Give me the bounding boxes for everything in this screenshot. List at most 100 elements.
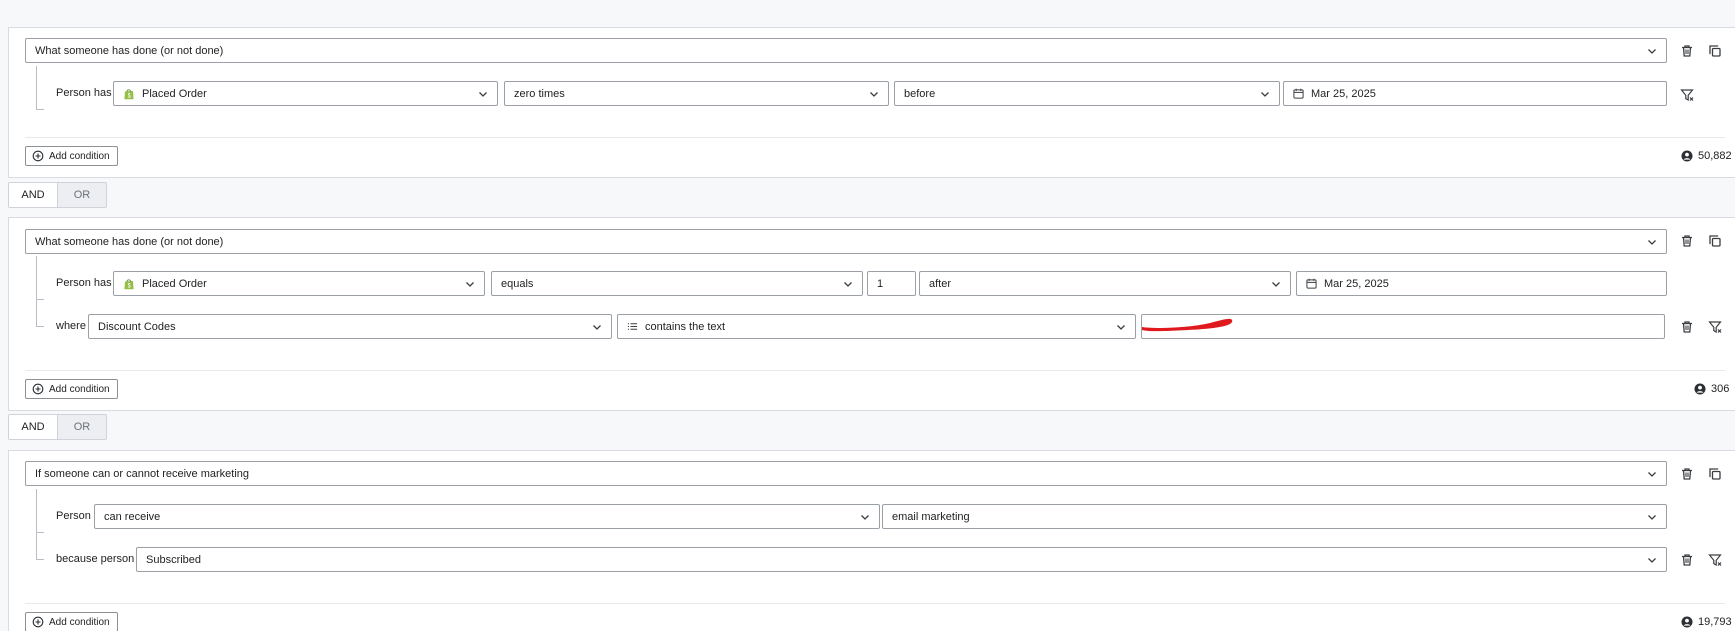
operator-select[interactable]: contains the text <box>617 314 1136 339</box>
property-select-value: Discount Codes <box>98 320 176 333</box>
filter-icon[interactable] <box>1707 319 1723 335</box>
shopify-icon <box>123 278 135 290</box>
frequency-select[interactable]: equals <box>491 271 863 296</box>
and-or-toggle: AND OR <box>8 414 107 440</box>
metric-select-value: Placed Order <box>142 277 207 290</box>
group-count: 19,793 <box>1681 616 1732 628</box>
consent-select[interactable]: can receive <box>94 504 880 529</box>
tree-connector <box>36 256 44 300</box>
reason-select[interactable]: Subscribed <box>136 547 1667 572</box>
reason-select-value: Subscribed <box>146 553 202 566</box>
group-count: 306 <box>1694 383 1729 395</box>
shopify-icon <box>123 88 135 100</box>
divider <box>25 137 1725 138</box>
group-count: 50,882 <box>1681 150 1732 162</box>
frequency-select[interactable]: zero times <box>504 81 889 106</box>
and-button[interactable]: AND <box>9 415 58 439</box>
tree-connector <box>36 489 44 533</box>
person-has-label: Person has <box>56 87 112 99</box>
chevron-down-icon <box>868 88 880 100</box>
redaction-mark <box>1142 318 1233 332</box>
group-count-value: 50,882 <box>1698 150 1732 162</box>
trash-icon[interactable] <box>1679 233 1695 249</box>
plus-circle-icon <box>32 150 44 162</box>
and-button[interactable]: AND <box>9 183 58 207</box>
definition-select-1-value: What someone has done (or not done) <box>35 44 224 57</box>
discount-code-input[interactable] <box>1141 314 1665 339</box>
consent-select-value: can receive <box>104 510 161 523</box>
operator-select-value: contains the text <box>645 320 726 333</box>
tree-connector <box>36 66 44 110</box>
amount-input[interactable]: 1 <box>867 271 916 296</box>
tree-connector <box>36 300 44 327</box>
add-condition-label: Add condition <box>49 150 110 162</box>
definition-select-1[interactable]: What someone has done (or not done) <box>25 38 1667 63</box>
and-or-toggle: AND OR <box>8 182 107 208</box>
channel-select[interactable]: email marketing <box>882 504 1667 529</box>
person-label: Person <box>56 510 91 522</box>
tree-connector <box>36 533 44 560</box>
add-condition-button[interactable]: Add condition <box>25 379 118 399</box>
group-count-value: 306 <box>1711 383 1730 395</box>
definition-select-2-value: What someone has done (or not done) <box>35 235 224 248</box>
chevron-down-icon <box>1259 88 1271 100</box>
trash-icon[interactable] <box>1679 466 1695 482</box>
person-icon <box>1681 616 1693 628</box>
chevron-down-icon <box>842 278 854 290</box>
filter-icon[interactable] <box>1679 87 1695 103</box>
list-icon <box>627 321 638 332</box>
time-operator-select-value: before <box>904 87 936 100</box>
chevron-down-icon <box>1646 511 1658 523</box>
copy-icon[interactable] <box>1707 233 1723 249</box>
or-button[interactable]: OR <box>58 183 106 207</box>
copy-icon[interactable] <box>1707 43 1723 59</box>
add-condition-button[interactable]: Add condition <box>25 146 118 166</box>
frequency-select-value: equals <box>501 277 534 290</box>
chevron-down-icon <box>1646 468 1658 480</box>
time-operator-select[interactable]: after <box>919 271 1291 296</box>
time-operator-select-value: after <box>929 277 952 290</box>
chevron-down-icon <box>1646 236 1658 248</box>
trash-icon[interactable] <box>1679 319 1695 335</box>
metric-select[interactable]: Placed Order <box>113 81 498 106</box>
or-button[interactable]: OR <box>58 415 106 439</box>
where-label: where <box>56 320 86 332</box>
chevron-down-icon <box>1646 554 1658 566</box>
date-input[interactable]: Mar 25, 2025 <box>1283 81 1667 106</box>
because-person-label: because person <box>56 553 135 565</box>
chevron-down-icon <box>591 321 603 333</box>
divider <box>25 603 1725 604</box>
date-input[interactable]: Mar 25, 2025 <box>1296 271 1667 296</box>
chevron-down-icon <box>464 278 476 290</box>
filter-icon[interactable] <box>1707 552 1723 568</box>
definition-select-3[interactable]: If someone can or cannot receive marketi… <box>25 461 1667 486</box>
divider <box>25 370 1725 371</box>
amount-input-value: 1 <box>877 277 884 290</box>
add-condition-label: Add condition <box>49 616 110 628</box>
chevron-down-icon <box>1115 321 1127 333</box>
property-select[interactable]: Discount Codes <box>88 314 612 339</box>
metric-select[interactable]: Placed Order <box>113 271 485 296</box>
time-operator-select[interactable]: before <box>894 81 1280 106</box>
chevron-down-icon <box>859 511 871 523</box>
trash-icon[interactable] <box>1679 43 1695 59</box>
definition-select-2[interactable]: What someone has done (or not done) <box>25 229 1667 254</box>
copy-icon[interactable] <box>1707 466 1723 482</box>
chevron-down-icon <box>1270 278 1282 290</box>
person-has-label: Person has <box>56 277 112 289</box>
group-count-value: 19,793 <box>1698 616 1732 628</box>
add-condition-button[interactable]: Add condition <box>25 612 118 631</box>
date-input-value: Mar 25, 2025 <box>1324 277 1389 290</box>
date-input-value: Mar 25, 2025 <box>1311 87 1376 100</box>
metric-select-value: Placed Order <box>142 87 207 100</box>
add-condition-label: Add condition <box>49 383 110 395</box>
plus-circle-icon <box>32 616 44 628</box>
frequency-select-value: zero times <box>514 87 565 100</box>
chevron-down-icon <box>1646 45 1658 57</box>
channel-select-value: email marketing <box>892 510 970 523</box>
person-icon <box>1681 150 1693 162</box>
calendar-icon <box>1306 278 1317 289</box>
person-icon <box>1694 383 1706 395</box>
plus-circle-icon <box>32 383 44 395</box>
trash-icon[interactable] <box>1679 552 1695 568</box>
